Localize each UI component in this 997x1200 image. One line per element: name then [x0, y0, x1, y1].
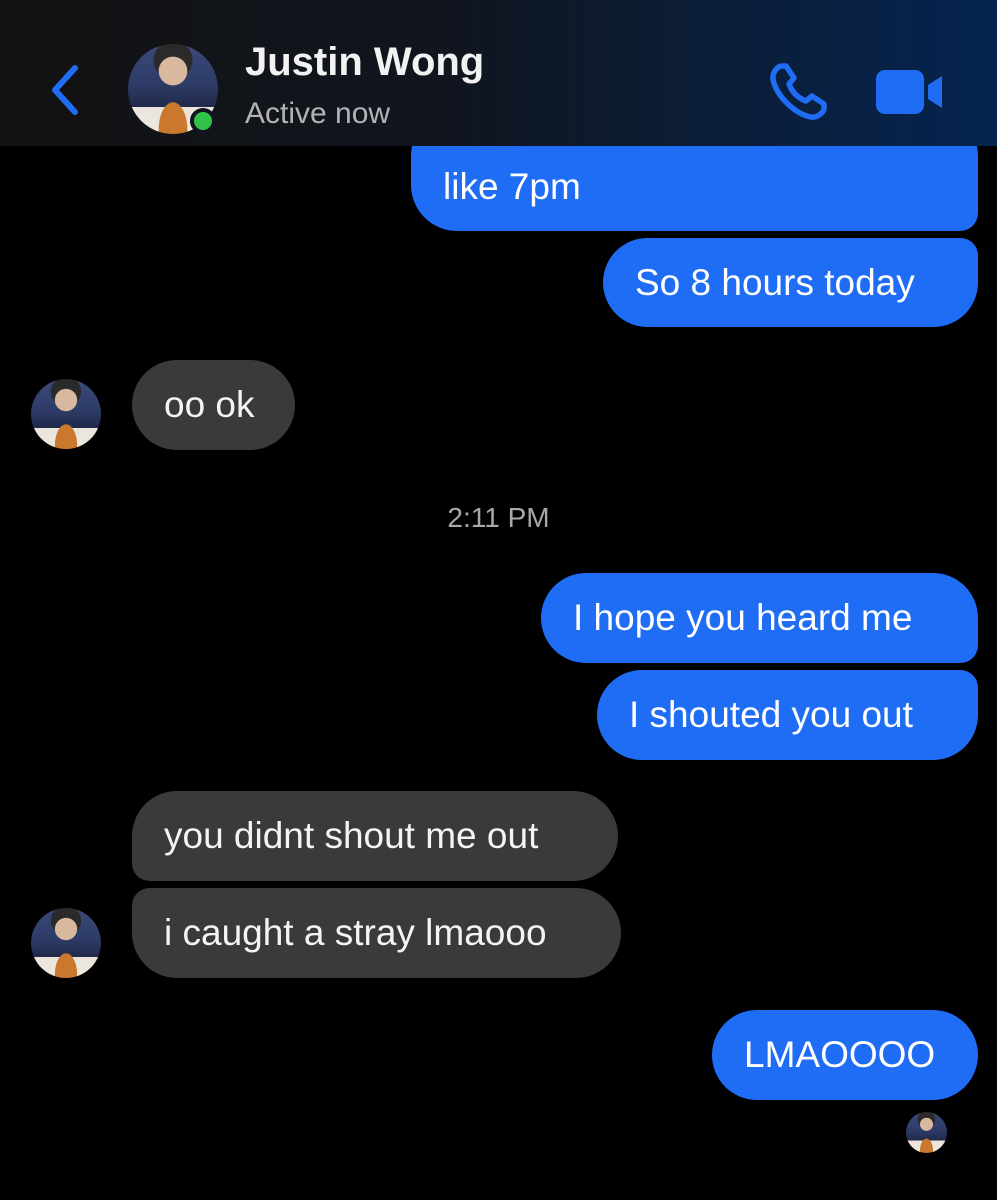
contact-name[interactable]: Justin Wong: [245, 40, 484, 85]
conversation-header: Justin Wong Active now: [0, 0, 997, 146]
message-text: LMAOOOO: [744, 1034, 936, 1075]
video-call-button[interactable]: [874, 68, 946, 116]
video-camera-icon: [876, 70, 942, 114]
sent-message-bubble[interactable]: I shouted you out: [597, 670, 978, 760]
contact-status: Active now: [245, 97, 391, 130]
contact-avatar[interactable]: [31, 908, 101, 978]
message-text: you didnt shout me out: [164, 815, 539, 856]
received-message-bubble[interactable]: i caught a stray lmaooo: [132, 888, 621, 978]
online-status-indicator: [190, 108, 216, 134]
sent-message-bubble[interactable]: So 8 hours today: [603, 238, 978, 327]
phone-icon: [770, 63, 827, 120]
chevron-left-icon: [52, 65, 78, 115]
sent-message-bubble[interactable]: LMAOOOO: [712, 1010, 978, 1100]
received-message-bubble[interactable]: you didnt shout me out: [132, 791, 618, 881]
message-text: i caught a stray lmaooo: [164, 912, 547, 953]
contact-avatar[interactable]: [31, 379, 101, 449]
sent-message-bubble[interactable]: I hope you heard me: [541, 573, 978, 663]
message-text: like 7pm: [443, 166, 581, 207]
message-text: So 8 hours today: [635, 261, 915, 303]
back-button[interactable]: [40, 58, 88, 122]
message-text: I hope you heard me: [573, 597, 913, 638]
audio-call-button[interactable]: [768, 62, 828, 122]
message-timestamp: 2:11 PM: [447, 502, 550, 533]
read-receipt-avatar: [906, 1112, 947, 1153]
message-text: oo ok: [164, 384, 255, 425]
message-text: I shouted you out: [629, 694, 913, 735]
received-message-bubble[interactable]: oo ok: [132, 360, 295, 450]
